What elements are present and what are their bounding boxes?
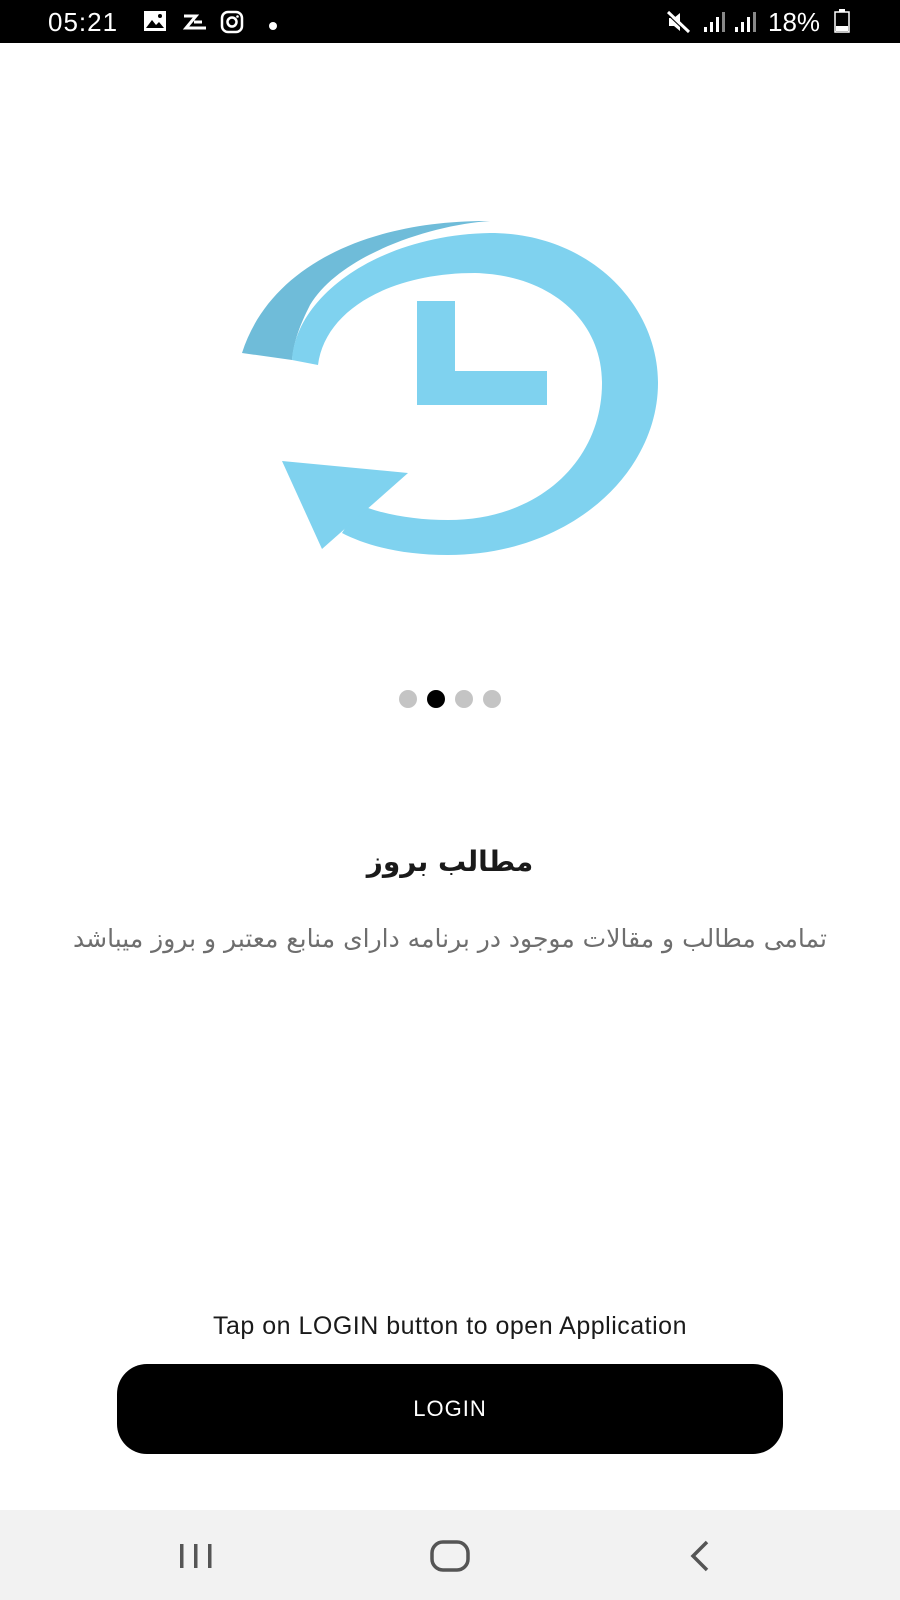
page-dot[interactable] bbox=[399, 690, 417, 708]
login-button[interactable]: LOGIN bbox=[117, 1364, 783, 1454]
instagram-icon bbox=[220, 10, 244, 38]
battery-icon bbox=[834, 9, 850, 37]
page-dot-active[interactable] bbox=[427, 690, 445, 708]
gallery-icon bbox=[143, 10, 167, 36]
onboarding-screen: 05:21 18% مطالب بروز تمامی مطالب و مقالا… bbox=[0, 0, 900, 1600]
page-indicator bbox=[0, 690, 900, 710]
recent-apps-icon[interactable] bbox=[166, 1528, 226, 1584]
clock-refresh-icon bbox=[230, 215, 670, 565]
slide-title: مطالب بروز bbox=[366, 845, 534, 878]
signal-icon bbox=[733, 10, 759, 38]
battery-percent: 18% bbox=[768, 7, 821, 37]
navigation-bar bbox=[0, 1510, 900, 1600]
flash-app-icon bbox=[180, 10, 210, 36]
status-bar: 05:21 18% bbox=[0, 0, 900, 43]
notification-dot-icon bbox=[268, 16, 278, 35]
page-dot[interactable] bbox=[483, 690, 501, 708]
page-dot[interactable] bbox=[455, 690, 473, 708]
back-icon[interactable] bbox=[670, 1528, 730, 1584]
status-time: 05:21 bbox=[48, 7, 119, 37]
home-icon[interactable] bbox=[420, 1528, 480, 1584]
slide-description: تمامی مطالب و مقالات موجود در برنامه دار… bbox=[73, 924, 827, 953]
login-hint: Tap on LOGIN button to open Application bbox=[213, 1312, 687, 1340]
mute-icon bbox=[665, 10, 692, 38]
signal-icon bbox=[702, 10, 728, 38]
